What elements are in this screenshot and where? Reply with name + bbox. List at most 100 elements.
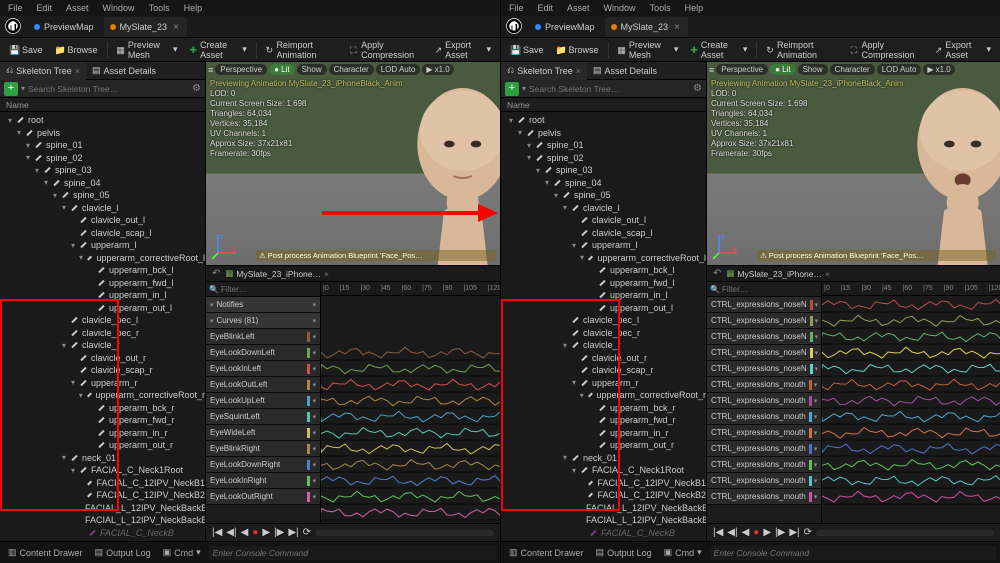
console-input[interactable]	[710, 546, 996, 560]
tab-skeleton-tree[interactable]: ⎌Skeleton Tree×	[0, 62, 86, 80]
bone-item[interactable]: FACIAL_L_12IPV_NeckBackB1	[0, 502, 205, 515]
play-reverse-button[interactable]: ◀	[742, 527, 750, 538]
export-asset-button[interactable]: ↗Export Asset▾	[930, 38, 996, 62]
menu-tools[interactable]: Tools	[650, 3, 671, 13]
bone-item[interactable]: ▾upperarm_correctiveRoot_l	[0, 252, 205, 265]
apply-compression-button[interactable]: ⛶Apply Compression	[345, 38, 427, 62]
bone-item[interactable]: ▾spine_01	[501, 139, 706, 152]
reimport-button[interactable]: ↻Reimport Animation	[261, 38, 344, 62]
undo-icon[interactable]: ↶	[713, 268, 721, 279]
curve-track[interactable]: CTRL_expressions_mouth▾	[707, 489, 821, 505]
unreal-logo-icon[interactable]	[505, 17, 523, 35]
close-icon[interactable]: ×	[173, 22, 179, 33]
menu-edit[interactable]: Edit	[538, 3, 554, 13]
column-header-name[interactable]: Name	[501, 98, 706, 112]
reimport-button[interactable]: ↻Reimport Animation	[761, 38, 843, 62]
menu-tools[interactable]: Tools	[149, 3, 170, 13]
viewport-3d[interactable]: ≡ Perspective ● Lit Show Character LOD A…	[206, 62, 500, 266]
bone-item[interactable]: FACIAL_L_12IPV_NeckBackB2	[501, 514, 706, 527]
bone-item[interactable]: ▾spine_05	[0, 189, 205, 202]
bone-item[interactable]: upperarm_in_l	[501, 289, 706, 302]
bone-item[interactable]: upperarm_bck_l	[0, 264, 205, 277]
tab-animation-asset[interactable]: ▦MySlate_23_iPhone…×	[220, 268, 334, 279]
tab-animation-asset[interactable]: ▦MySlate_23_iPhone…×	[721, 268, 835, 279]
lod-dropdown[interactable]: LOD Auto	[877, 64, 922, 75]
bone-item[interactable]: ▾spine_02	[501, 152, 706, 165]
warning-banner[interactable]: ⚠ Post process Animation Blueprint 'Face…	[757, 250, 996, 261]
bone-item[interactable]: clavicle_scap_l	[0, 227, 205, 240]
bone-item[interactable]: ▾spine_02	[0, 152, 205, 165]
content-drawer-button[interactable]: ▥Content Drawer	[505, 547, 588, 558]
bone-item[interactable]: upperarm_out_r	[501, 439, 706, 452]
output-log-button[interactable]: ▤Output Log	[592, 547, 656, 558]
viewport-3d[interactable]: ≡ Perspective ● Lit Show Character LOD A…	[707, 62, 1000, 266]
menu-window[interactable]: Window	[103, 3, 135, 13]
cmd-dropdown[interactable]: ▣Cmd ▾	[660, 547, 706, 558]
step-back-button[interactable]: ◀|	[727, 527, 737, 538]
curve-track[interactable]: EyeBlinkRight▾	[206, 441, 320, 457]
bone-item[interactable]: ▾pelvis	[501, 127, 706, 140]
skeleton-tree[interactable]: ▾root▾pelvis▾spine_01▾spine_02▾spine_03▾…	[501, 112, 706, 541]
bone-item[interactable]: upperarm_out_l	[501, 302, 706, 315]
curve-track[interactable]: CTRL_expressions_mouth▾	[707, 377, 821, 393]
gear-icon[interactable]: ⚙	[693, 83, 702, 94]
browse-button[interactable]: 📁Browse	[50, 43, 103, 57]
curve-track[interactable]: CTRL_expressions_mouth▾	[707, 457, 821, 473]
bone-item[interactable]: clavicle_scap_l	[501, 227, 706, 240]
loop-button[interactable]: ⟳	[804, 527, 812, 538]
step-forward-button[interactable]: |▶	[274, 527, 284, 538]
viewport-menu-icon[interactable]: ≡	[709, 65, 714, 75]
tab-myslate[interactable]: MySlate_23×	[605, 17, 688, 37]
lit-dropdown[interactable]: ● Lit	[269, 64, 295, 75]
playback-speed[interactable]: ▶x1.0	[422, 64, 453, 75]
bone-item[interactable]: ▾spine_05	[501, 189, 706, 202]
bone-item[interactable]: ▾upperarm_r	[0, 377, 205, 390]
bone-item[interactable]: ▾clavicle_r	[501, 339, 706, 352]
curve-track[interactable]: EyeSquintLeft▾	[206, 409, 320, 425]
menu-file[interactable]: File	[509, 3, 524, 13]
track-section-header[interactable]: ▾Notifies▾	[206, 297, 320, 313]
close-icon[interactable]: ×	[674, 22, 680, 33]
bone-item[interactable]: upperarm_bck_l	[501, 264, 706, 277]
bone-item[interactable]: clavicle_out_r	[501, 352, 706, 365]
character-dropdown[interactable]: Character	[329, 64, 374, 75]
preview-mesh-button[interactable]: ▦Preview Mesh▾	[111, 38, 182, 62]
close-icon[interactable]: ×	[576, 66, 581, 76]
warning-banner[interactable]: ⚠ Post process Animation Blueprint 'Face…	[256, 250, 496, 261]
curve-track[interactable]: CTRL_expressions_mouth▾	[707, 425, 821, 441]
tab-previewmap[interactable]: PreviewMap	[529, 17, 603, 37]
create-asset-button[interactable]: ✚Create Asset▾	[185, 38, 252, 62]
curve-track[interactable]: CTRL_expressions_noseN▾	[707, 313, 821, 329]
bone-item[interactable]: upperarm_out_l	[0, 302, 205, 315]
curve-track[interactable]: CTRL_expressions_noseN▾	[707, 297, 821, 313]
curve-track[interactable]: EyeBlinkLeft▾	[206, 329, 320, 345]
menu-asset[interactable]: Asset	[567, 3, 590, 13]
gear-icon[interactable]: ⚙	[192, 83, 201, 94]
console-input[interactable]	[209, 546, 496, 560]
loop-button[interactable]: ⟳	[303, 527, 311, 538]
tab-previewmap[interactable]: PreviewMap	[28, 17, 102, 37]
perspective-dropdown[interactable]: Perspective	[716, 64, 768, 75]
tab-skeleton-tree[interactable]: ⎌Skeleton Tree×	[501, 62, 587, 80]
step-back-button[interactable]: ◀|	[226, 527, 236, 538]
lit-dropdown[interactable]: ● Lit	[770, 64, 796, 75]
bone-item[interactable]: ▾neck_01	[501, 452, 706, 465]
bone-item[interactable]: FACIAL_C_12IPV_NeckB2	[0, 489, 205, 502]
bone-item[interactable]: ▾clavicle_l	[501, 202, 706, 215]
skeleton-tree[interactable]: ▾root▾pelvis▾spine_01▾spine_02▾spine_03▾…	[0, 112, 205, 541]
record-button[interactable]: ●	[753, 527, 759, 538]
play-button[interactable]: ▶	[763, 527, 771, 538]
close-icon[interactable]: ×	[75, 66, 80, 76]
bone-item[interactable]: clavicle_out_r	[0, 352, 205, 365]
bone-item[interactable]: upperarm_fwd_r	[501, 414, 706, 427]
menu-help[interactable]: Help	[685, 3, 704, 13]
bone-item[interactable]: FACIAL_C_NeckB	[501, 527, 706, 540]
unreal-logo-icon[interactable]	[4, 17, 22, 35]
curve-track[interactable]: EyeLookDownLeft▾	[206, 345, 320, 361]
to-start-button[interactable]: |◀	[713, 527, 723, 538]
bone-item[interactable]: upperarm_in_l	[0, 289, 205, 302]
curve-track[interactable]: EyeLookInRight▾	[206, 473, 320, 489]
curve-track[interactable]: EyeLookUpLeft▾	[206, 393, 320, 409]
skeleton-search-input[interactable]	[529, 84, 690, 94]
browse-button[interactable]: 📁Browse	[551, 43, 604, 57]
